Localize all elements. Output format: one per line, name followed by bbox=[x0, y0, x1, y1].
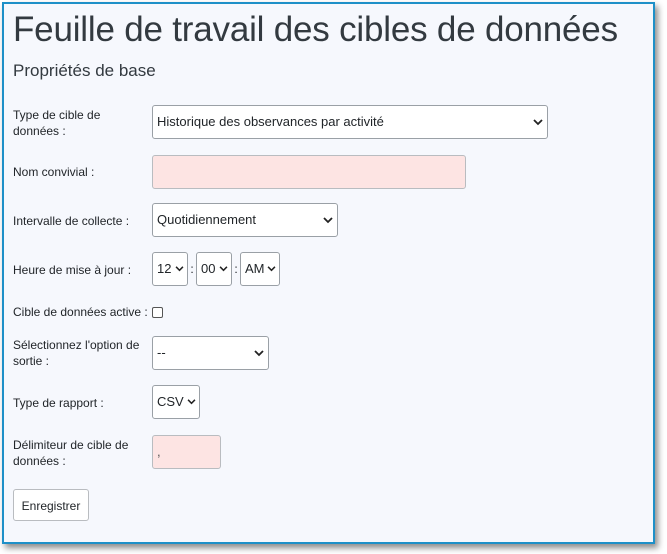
report-type-label: Type de rapport : bbox=[13, 396, 104, 410]
update-time-label: Heure de mise à jour : bbox=[13, 263, 132, 277]
minute-select[interactable]: 00 bbox=[196, 252, 232, 286]
page-title: Feuille de travail des cibles de données bbox=[13, 10, 618, 49]
row-report-type: Type de rapport : CSV bbox=[13, 385, 653, 419]
delimiter-label: Délimiteur de cible de données : bbox=[13, 438, 129, 468]
delimiter-input[interactable]: , bbox=[152, 435, 221, 469]
chevron-down-icon bbox=[187, 386, 196, 418]
minute-value: 00 bbox=[201, 261, 216, 276]
active-label: Cible de données active : bbox=[13, 305, 148, 319]
target-type-select[interactable]: Historique des observances par activité bbox=[152, 105, 548, 139]
ampm-value: AM bbox=[245, 261, 265, 276]
interval-select[interactable]: Quotidiennement bbox=[152, 203, 338, 237]
ampm-select[interactable]: AM bbox=[240, 252, 280, 286]
chevron-down-icon bbox=[267, 253, 276, 285]
chevron-down-icon bbox=[219, 253, 228, 285]
target-type-value: Historique des observances par activité bbox=[157, 114, 384, 129]
chevron-down-icon bbox=[323, 204, 333, 236]
save-button[interactable]: Enregistrer bbox=[13, 489, 89, 521]
output-option-value: -- bbox=[157, 345, 166, 360]
interval-label: Intervalle de collecte : bbox=[13, 214, 130, 228]
worksheet-panel: Feuille de travail des cibles de données… bbox=[2, 2, 655, 544]
chevron-down-icon bbox=[533, 106, 543, 138]
time-separator: : bbox=[234, 262, 238, 276]
row-target-type: Type de cible de données : Historique de… bbox=[13, 105, 653, 139]
chevron-down-icon bbox=[254, 337, 264, 369]
target-type-label: Type de cible de données : bbox=[13, 108, 101, 138]
hour-select[interactable]: 12 bbox=[152, 252, 188, 286]
active-checkbox[interactable] bbox=[152, 307, 163, 318]
friendly-name-input[interactable] bbox=[152, 155, 466, 189]
output-option-label: Sélectionnez l'option de sortie : bbox=[13, 338, 140, 368]
row-interval: Intervalle de collecte : Quotidiennement bbox=[13, 203, 653, 237]
hour-value: 12 bbox=[157, 261, 172, 276]
time-separator: : bbox=[190, 262, 194, 276]
report-type-value: CSV bbox=[157, 394, 184, 409]
row-output-option: Sélectionnez l'option de sortie : -- bbox=[13, 335, 653, 370]
interval-value: Quotidiennement bbox=[157, 212, 257, 227]
section-title: Propriétés de base bbox=[13, 61, 156, 80]
report-type-select[interactable]: CSV bbox=[152, 385, 200, 419]
chevron-down-icon bbox=[175, 253, 184, 285]
update-time-controls: 12 : 00 : AM bbox=[152, 252, 280, 286]
output-option-select[interactable]: -- bbox=[152, 336, 269, 370]
friendly-name-label: Nom convivial : bbox=[13, 165, 95, 179]
